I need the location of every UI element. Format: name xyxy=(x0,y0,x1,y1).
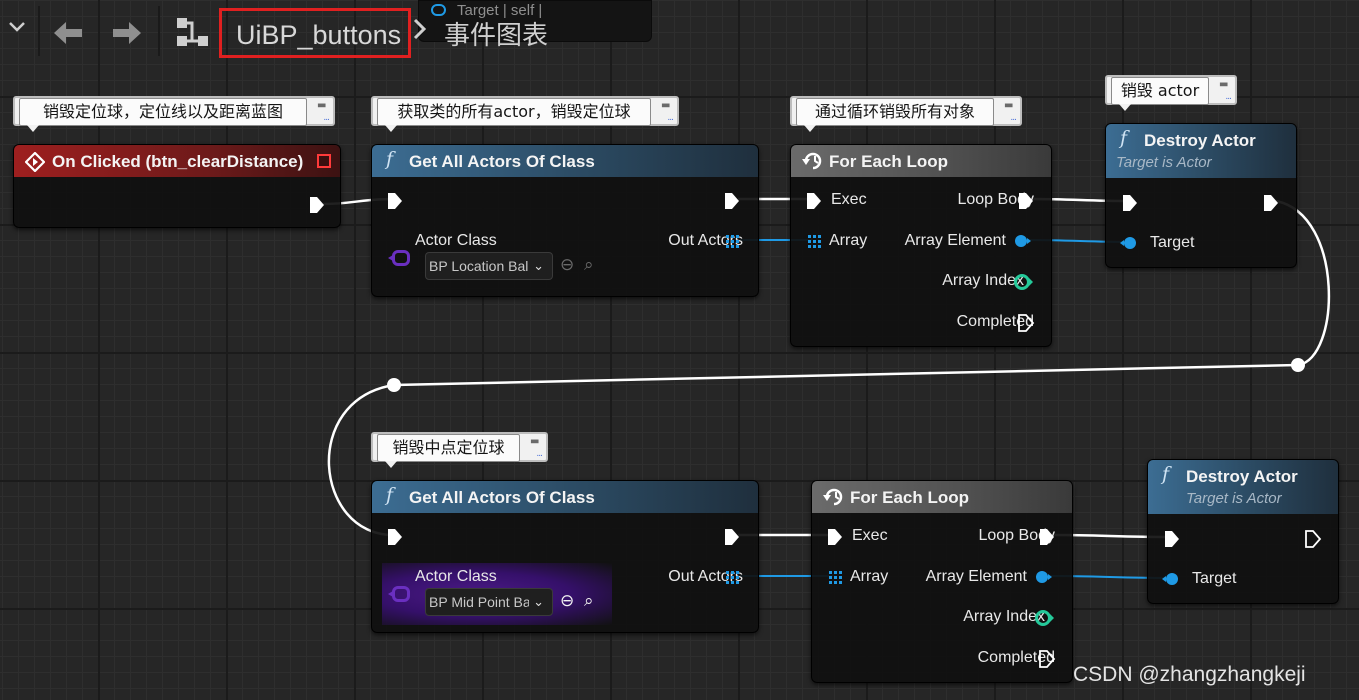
pin-icon[interactable]: ▬ xyxy=(661,100,673,111)
more-icon[interactable]: ... xyxy=(667,113,674,123)
function-node-destroy-actor[interactable]: f Destroy Actor Target is Actor Target xyxy=(1147,459,1339,604)
comment-bubble[interactable]: 销毁 actor ▬ ... xyxy=(1105,75,1237,111)
comment-text: 销毁 actor xyxy=(1111,77,1209,105)
more-icon[interactable]: ... xyxy=(536,449,543,459)
array-out-pin[interactable] xyxy=(726,235,739,248)
dropdown-value: BP Location Bal xyxy=(429,258,529,274)
event-diamond-icon xyxy=(24,151,46,177)
node-title: For Each Loop xyxy=(829,152,948,171)
function-node-destroy-actor[interactable]: f Destroy Actor Target is Actor Target xyxy=(1105,123,1297,268)
node-title: On Clicked (btn_clearDistance) xyxy=(52,152,304,171)
pin-label-array-element: Array Element xyxy=(925,568,1027,585)
comment-text: 获取类的所有actor，销毁定位球 xyxy=(377,98,651,126)
array-in-pin[interactable] xyxy=(808,235,821,248)
function-icon: f xyxy=(1120,127,1128,149)
more-icon[interactable]: ... xyxy=(1225,92,1232,102)
pin-label-target: Target xyxy=(1150,234,1195,251)
more-icon[interactable]: ... xyxy=(323,113,330,123)
object-out-pin[interactable] xyxy=(1015,235,1031,247)
pin-label-actor-class: Actor Class xyxy=(415,568,497,585)
array-out-pin[interactable] xyxy=(726,571,739,584)
integer-out-pin[interactable] xyxy=(1014,274,1033,290)
node-title: For Each Loop xyxy=(850,488,969,507)
pin-icon[interactable]: ▬ xyxy=(317,100,329,111)
exec-wire xyxy=(393,363,1299,387)
pin-label-array-index: Array Index xyxy=(942,272,1024,289)
pin-label-array-index: Array Index xyxy=(963,608,1045,625)
node-title: Destroy Actor xyxy=(1186,467,1298,486)
pin-icon[interactable]: ▬ xyxy=(1219,79,1231,90)
object-out-pin[interactable] xyxy=(1036,571,1052,583)
function-icon: f xyxy=(386,148,394,170)
chevron-down-icon: ⌄ xyxy=(533,258,544,273)
node-title: Destroy Actor xyxy=(1144,131,1256,150)
comment-text: 通过循环销毁所有对象 xyxy=(796,98,994,126)
node-subtitle: Target is Actor xyxy=(1116,154,1212,171)
node-title: Get All Actors Of Class xyxy=(409,488,595,507)
chevron-down-icon: ⌄ xyxy=(533,594,544,609)
macro-node-for-each-loop[interactable]: For Each Loop Exec Array Loop Body Array… xyxy=(811,480,1073,683)
comment-bubble[interactable]: 销毁定位球，定位线以及距离蓝图 ▬ ... xyxy=(13,96,335,132)
function-icon: f xyxy=(386,484,394,506)
pin-icon[interactable]: ▬ xyxy=(530,436,542,447)
object-in-pin[interactable] xyxy=(1162,573,1178,585)
pin-label-actor-class: Actor Class xyxy=(415,232,497,249)
event-node-on-clicked[interactable]: On Clicked (btn_clearDistance) xyxy=(13,144,341,228)
array-in-pin[interactable] xyxy=(829,571,842,584)
integer-out-pin[interactable] xyxy=(1035,610,1054,626)
object-in-pin[interactable] xyxy=(1120,237,1136,249)
comment-text: 销毁中点定位球 xyxy=(377,434,520,462)
dropdown-value: BP Mid Point Ba xyxy=(429,594,529,610)
class-pin[interactable] xyxy=(388,250,410,266)
pin-label-exec: Exec xyxy=(852,527,888,544)
loop-icon xyxy=(822,486,846,513)
search-icon[interactable]: ⌕ xyxy=(584,255,594,275)
watermark: CSDN @zhangzhangkeji xyxy=(1073,663,1306,686)
pin-label-array: Array xyxy=(850,568,889,585)
pin-label-array-element: Array Element xyxy=(904,232,1006,249)
comment-bubble[interactable]: 获取类的所有actor，销毁定位球 ▬ ... xyxy=(371,96,679,132)
reroute-node[interactable] xyxy=(387,378,401,392)
pin-label-exec: Exec xyxy=(831,191,867,208)
node-title: Get All Actors Of Class xyxy=(409,152,595,171)
pin-label-target: Target xyxy=(1192,570,1237,587)
more-icon[interactable]: ... xyxy=(1010,113,1017,123)
reroute-node[interactable] xyxy=(1291,358,1305,372)
pin-icon[interactable]: ▬ xyxy=(1004,100,1016,111)
actor-class-dropdown[interactable]: BP Mid Point Ba ⌄ xyxy=(425,588,553,616)
search-icon[interactable]: ⌕ xyxy=(584,591,594,611)
use-selected-icon[interactable]: ⊖ xyxy=(560,255,574,275)
delegate-pin-icon[interactable] xyxy=(317,154,331,168)
loop-icon xyxy=(801,150,825,177)
function-icon: f xyxy=(1162,463,1170,485)
function-node-get-all-actors[interactable]: f Get All Actors Of Class Actor Class BP… xyxy=(371,144,759,297)
pin-label-array: Array xyxy=(829,232,868,249)
actor-class-dropdown[interactable]: BP Location Bal ⌄ xyxy=(425,252,553,280)
use-selected-icon[interactable]: ⊖ xyxy=(560,591,574,611)
comment-text: 销毁定位球，定位线以及距离蓝图 xyxy=(19,98,307,126)
comment-bubble[interactable]: 销毁中点定位球 ▬ ... xyxy=(371,432,548,468)
comment-bubble[interactable]: 通过循环销毁所有对象 ▬ ... xyxy=(790,96,1022,132)
function-node-get-all-actors[interactable]: f Get All Actors Of Class Actor Class BP… xyxy=(371,480,759,633)
macro-node-for-each-loop[interactable]: For Each Loop Exec Array Loop Body Array… xyxy=(790,144,1052,347)
class-pin[interactable] xyxy=(388,586,410,602)
node-subtitle: Target is Actor xyxy=(1186,490,1282,507)
